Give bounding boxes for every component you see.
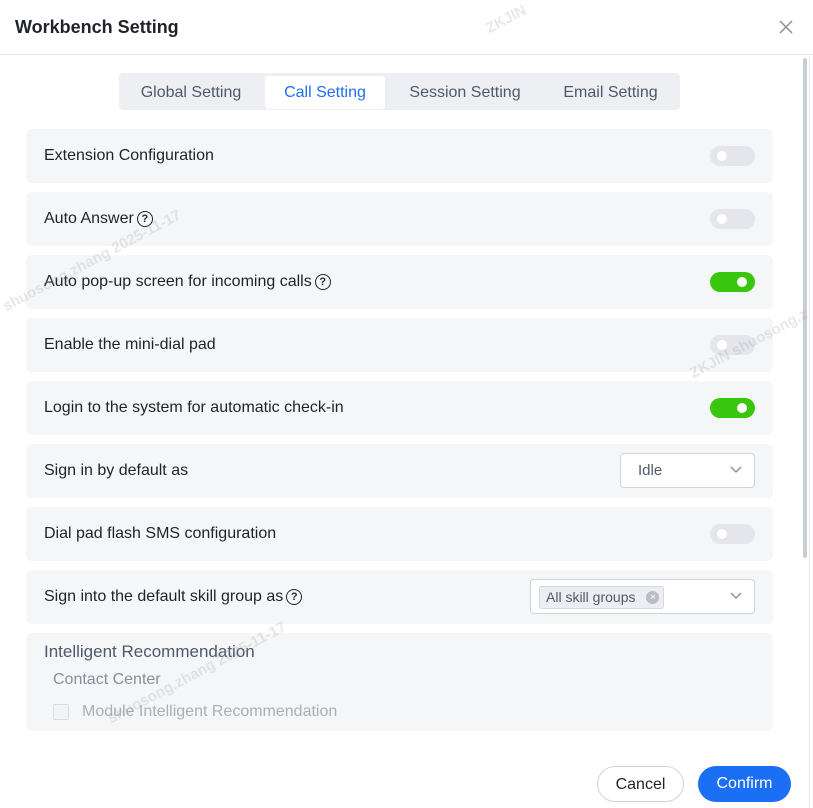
extension-configuration-toggle[interactable] bbox=[710, 146, 755, 166]
mini-dial-pad-toggle[interactable] bbox=[710, 335, 755, 355]
skill-group-select[interactable]: All skill groups × bbox=[530, 579, 755, 614]
setting-row-auto-popup: Auto pop-up screen for incoming calls? bbox=[26, 255, 773, 309]
dialog-header: Workbench Setting bbox=[0, 0, 813, 55]
extension-configuration-label: Extension Configuration bbox=[44, 147, 214, 164]
help-icon[interactable]: ? bbox=[136, 211, 153, 227]
tab-email-setting[interactable]: Email Setting bbox=[544, 76, 677, 109]
scrollbar-thumb[interactable] bbox=[803, 58, 807, 558]
auto-answer-label: Auto Answer bbox=[44, 210, 134, 227]
dial-pad-flash-sms-label: Dial pad flash SMS configuration bbox=[44, 525, 277, 542]
default-skill-group-label-wrap: Sign into the default skill group as? bbox=[44, 570, 303, 624]
auto-popup-toggle[interactable] bbox=[710, 272, 755, 292]
sign-in-status-value: Idle bbox=[638, 462, 663, 479]
auto-popup-label: Auto pop-up screen for incoming calls bbox=[44, 273, 312, 290]
toggle-knob bbox=[717, 214, 727, 224]
confirm-button[interactable]: Confirm bbox=[698, 766, 791, 802]
auto-answer-toggle[interactable] bbox=[710, 209, 755, 229]
intelligent-recommendation-title: Intelligent Recommendation bbox=[44, 642, 255, 661]
workbench-setting-dialog: Workbench Setting Global Setting Call Se… bbox=[0, 0, 813, 808]
dial-pad-flash-sms-toggle[interactable] bbox=[710, 524, 755, 544]
tab-call-setting[interactable]: Call Setting bbox=[265, 76, 385, 109]
help-icon[interactable]: ? bbox=[314, 274, 331, 290]
setting-row-mini-dial-pad: Enable the mini-dial pad bbox=[26, 318, 773, 372]
chevron-down-icon bbox=[730, 466, 742, 473]
module-recommendation-label: Module Intelligent Recommendation bbox=[82, 703, 338, 720]
toggle-knob bbox=[737, 403, 747, 413]
contact-center-subtitle: Contact Center bbox=[53, 671, 161, 688]
auto-answer-label-wrap: Auto Answer? bbox=[44, 192, 153, 246]
default-skill-group-label: Sign into the default skill group as bbox=[44, 588, 284, 605]
sign-in-status-select[interactable]: Idle bbox=[620, 453, 755, 488]
cancel-button[interactable]: Cancel bbox=[597, 766, 684, 802]
scrollbar-track bbox=[809, 56, 810, 808]
setting-row-default-skill-group: Sign into the default skill group as? Al… bbox=[26, 570, 773, 624]
auto-popup-label-wrap: Auto pop-up screen for incoming calls? bbox=[44, 255, 331, 309]
setting-row-auto-answer: Auto Answer? bbox=[26, 192, 773, 246]
skill-group-tag: All skill groups × bbox=[539, 586, 665, 609]
close-icon[interactable] bbox=[776, 17, 796, 37]
setting-row-sign-in-default: Sign in by default as Idle bbox=[26, 444, 773, 498]
toggle-knob bbox=[717, 151, 727, 161]
skill-group-tag-label: All skill groups bbox=[546, 589, 636, 605]
toggle-knob bbox=[737, 277, 747, 287]
dialog-title: Workbench Setting bbox=[15, 17, 179, 37]
settings-tabs: Global Setting Call Setting Session Sett… bbox=[119, 73, 680, 110]
toggle-knob bbox=[717, 340, 727, 350]
remove-tag-icon[interactable]: × bbox=[646, 591, 660, 604]
auto-checkin-label: Login to the system for automatic check-… bbox=[44, 399, 344, 416]
module-recommendation-checkbox[interactable] bbox=[53, 704, 69, 720]
sign-in-default-label: Sign in by default as bbox=[44, 462, 189, 479]
help-icon[interactable]: ? bbox=[286, 589, 303, 605]
setting-row-extension-configuration: Extension Configuration bbox=[26, 129, 773, 183]
setting-row-auto-checkin: Login to the system for automatic check-… bbox=[26, 381, 773, 435]
auto-checkin-toggle[interactable] bbox=[710, 398, 755, 418]
toggle-knob bbox=[717, 529, 727, 539]
tab-session-setting[interactable]: Session Setting bbox=[391, 76, 539, 109]
chevron-down-icon bbox=[730, 592, 742, 599]
mini-dial-pad-label: Enable the mini-dial pad bbox=[44, 336, 216, 353]
setting-row-dial-pad-flash-sms: Dial pad flash SMS configuration bbox=[26, 507, 773, 561]
tab-global-setting[interactable]: Global Setting bbox=[122, 76, 260, 109]
intelligent-recommendation-section: Intelligent Recommendation Contact Cente… bbox=[26, 633, 773, 731]
